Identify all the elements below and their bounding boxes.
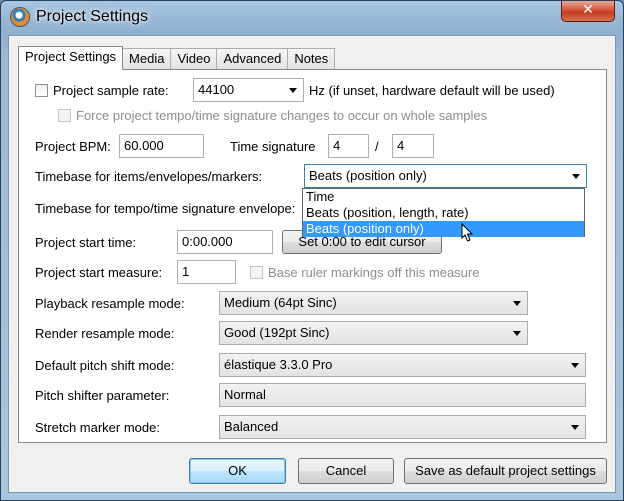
pitch-shifter-param-value: Normal [224,387,266,402]
pitch-shift-mode-combo[interactable]: élastique 3.3.0 Pro [219,353,586,377]
render-resample-label: Render resample mode: [35,326,175,341]
chevron-down-icon [572,174,580,179]
pitch-shifter-param-label: Pitch shifter parameter: [35,388,170,403]
dropdown-option-beats-position-only[interactable]: Beats (position only) [303,221,584,237]
tab-media[interactable]: Media [122,48,172,69]
save-default-button[interactable]: Save as default project settings [404,458,607,484]
tab-strip: Project Settings Media Video Advanced No… [18,46,336,70]
timebase-tempo-label: Timebase for tempo/time signature envelo… [35,201,296,216]
pitch-shift-mode-value: élastique 3.3.0 Pro [224,357,333,372]
tab-video[interactable]: Video [170,48,218,69]
render-resample-value: Good (192pt Sinc) [224,325,330,340]
render-resample-combo[interactable]: Good (192pt Sinc) [219,321,528,345]
sample-rate-hint: Hz (if unset, hardware default will be u… [309,83,555,98]
playback-resample-value: Medium (64pt Sinc) [224,295,337,310]
cancel-button[interactable]: Cancel [298,458,394,484]
start-time-input[interactable]: 0:00.000 [177,230,273,254]
timebase-items-combo[interactable]: Beats (position only) [304,164,587,188]
sample-rate-label: Project sample rate: [53,83,169,98]
tab-project-settings[interactable]: Project Settings [18,46,124,70]
start-measure-input[interactable]: 1 [177,260,236,284]
project-settings-window: Project Settings ✕ Project Settings Medi… [0,0,624,501]
time-signature-denominator[interactable]: 4 [392,134,434,158]
pitch-shift-mode-label: Default pitch shift mode: [35,358,175,373]
time-signature-separator: / [375,139,379,154]
force-tempo-label: Force project tempo/time signature chang… [76,108,488,123]
dropdown-option-beats-position-length-rate[interactable]: Beats (position, length, rate) [303,205,584,221]
tab-notes[interactable]: Notes [287,48,336,69]
base-ruler-checkbox[interactable] [250,266,263,279]
bpm-label: Project BPM: [35,139,111,154]
bpm-input[interactable]: 60.000 [119,134,204,158]
chevron-down-icon [571,363,579,368]
sample-rate-checkbox[interactable] [35,84,48,97]
chevron-down-icon [513,331,521,336]
close-button[interactable]: ✕ [561,1,615,22]
force-tempo-checkbox[interactable] [58,109,71,122]
stretch-marker-value: Balanced [224,419,279,434]
timebase-items-label: Timebase for items/envelopes/markers: [35,169,263,184]
pitch-shifter-param-field[interactable]: Normal [219,383,586,407]
chevron-down-icon [513,301,521,306]
dropdown-option-time[interactable]: Time [303,189,584,205]
base-ruler-label: Base ruler markings off this measure [268,265,480,280]
chevron-down-icon [289,88,297,93]
stretch-marker-label: Stretch marker mode: [35,420,160,435]
time-signature-label: Time signature [230,139,316,154]
window-title: Project Settings [36,8,149,25]
playback-resample-combo[interactable]: Medium (64pt Sinc) [219,291,528,315]
title-bar[interactable]: Project Settings ✕ [1,1,623,35]
stretch-marker-combo[interactable]: Balanced [219,415,586,439]
start-measure-label: Project start measure: [35,265,163,280]
timebase-items-dropdown-list: Time Beats (position, length, rate) Beat… [302,188,585,237]
project-settings-panel: Project sample rate: 44100 Hz (if unset,… [18,69,607,443]
mouse-pointer-icon [461,223,474,242]
app-icon [10,7,30,27]
timebase-items-value: Beats (position only) [309,168,427,183]
start-time-label: Project start time: [35,235,137,250]
time-signature-numerator[interactable]: 4 [328,134,369,158]
tab-advanced[interactable]: Advanced [216,48,289,69]
ok-button[interactable]: OK [189,458,286,484]
sample-rate-combo[interactable]: 44100 [193,78,304,102]
dialog-client-area: Project Settings Media Video Advanced No… [8,35,616,493]
chevron-down-icon [571,425,579,430]
playback-resample-label: Playback resample mode: [35,296,185,311]
sample-rate-value: 44100 [198,82,235,97]
